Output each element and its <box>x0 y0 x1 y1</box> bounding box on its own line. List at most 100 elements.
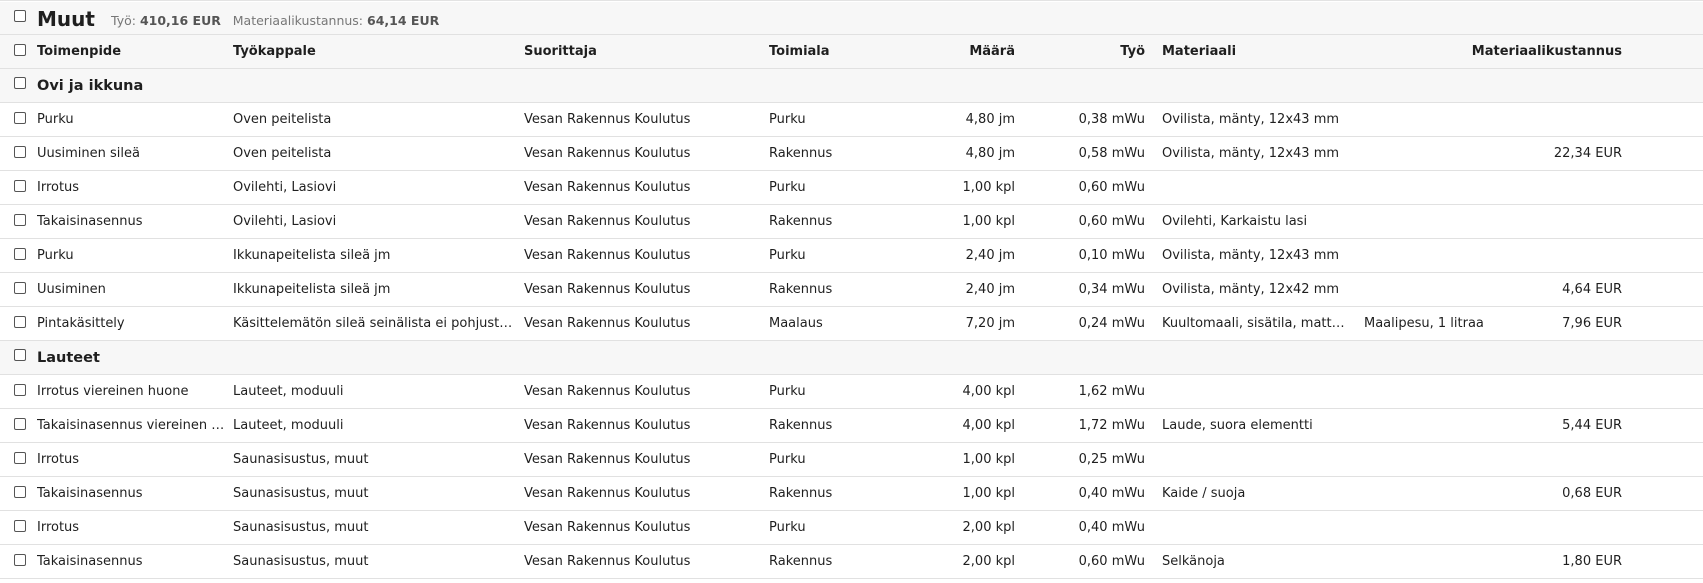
cell-workpiece: Lauteet, moduuli <box>233 418 344 433</box>
cell-trade: Rakennus <box>769 418 833 433</box>
row-checkbox[interactable] <box>14 146 26 158</box>
cell-performer: Vesan Rakennus Koulutus <box>524 146 691 161</box>
group-checkbox[interactable] <box>14 77 26 89</box>
cell-quantity: 4,80 jm <box>965 112 1015 127</box>
cell-operation: Pintakäsittely <box>37 316 125 331</box>
row-checkbox[interactable] <box>14 316 26 328</box>
cell-operation: Takaisinasennus <box>37 554 143 569</box>
table-row[interactable]: Irrotus viereinen huone Lauteet, moduuli V… <box>0 375 1703 409</box>
cell-material-cost: 1,80 EUR <box>1562 554 1622 569</box>
cell-quantity: 1,00 kpl <box>962 486 1015 501</box>
material-total-label: Materiaalikustannus: <box>232 13 364 28</box>
section-summary: Työ: 410,16 EUR Materiaalikustannus: 64,… <box>111 12 439 30</box>
cell-quantity: 1,00 kpl <box>962 452 1015 467</box>
table-row[interactable]: Pintakäsittely Käsittelemätön sileä seinä… <box>0 307 1703 341</box>
column-header-quantity[interactable]: Määrä <box>905 43 1015 61</box>
cell-workpiece: Oven peitelista <box>233 146 332 161</box>
column-header-performer[interactable]: Suorittaja <box>524 43 754 61</box>
row-checkbox[interactable] <box>14 112 26 124</box>
cell-operation: Takaisinasennus <box>37 486 143 501</box>
cell-quantity: 4,00 kpl <box>962 418 1015 433</box>
table-row[interactable]: Irrotus Ovilehti, Lasiovi Vesan Rakennus K… <box>0 171 1703 205</box>
group-checkbox[interactable] <box>14 349 26 361</box>
cell-operation: Irrotus <box>37 520 80 535</box>
cell-operation: Irrotus <box>37 180 80 195</box>
column-header-work[interactable]: Työ <box>1025 43 1145 61</box>
row-checkbox[interactable] <box>14 282 26 294</box>
cell-trade: Rakennus <box>769 214 833 229</box>
cell-work: 0,60 mWu <box>1078 554 1145 569</box>
cell-quantity: 2,00 kpl <box>962 520 1015 535</box>
row-checkbox[interactable] <box>14 452 26 464</box>
row-checkbox[interactable] <box>14 248 26 260</box>
group-row: Lauteet <box>0 341 1703 375</box>
cell-work: 0,10 mWu <box>1078 248 1145 263</box>
table-row[interactable]: Irrotus Saunasisustus, muut Vesan Rakennus… <box>0 511 1703 545</box>
cell-material: Kuultomaali, sisätila, matta, ... <box>1162 316 1347 331</box>
cell-work: 0,24 mWu <box>1078 316 1145 331</box>
row-checkbox[interactable] <box>14 214 26 226</box>
cell-trade: Purku <box>769 180 806 195</box>
cell-performer: Vesan Rakennus Koulutus <box>524 180 691 195</box>
cell-material-cost: 22,34 EUR <box>1553 146 1622 161</box>
cell-performer: Vesan Rakennus Koulutus <box>524 282 691 297</box>
cell-quantity: 2,40 jm <box>965 282 1015 297</box>
table-row[interactable]: Irrotus Saunasisustus, muut Vesan Rakennus… <box>0 443 1703 477</box>
column-header-workpiece[interactable]: Työkappale <box>233 43 513 61</box>
cell-work: 0,25 mWu <box>1078 452 1145 467</box>
cell-performer: Vesan Rakennus Koulutus <box>524 452 691 467</box>
table-row[interactable]: Takaisinasennus viereinen hu... Lauteet, … <box>0 409 1703 443</box>
cell-performer: Vesan Rakennus Koulutus <box>524 520 691 535</box>
cell-operation: Takaisinasennus viereinen hu... <box>37 418 227 433</box>
table-row[interactable]: Takaisinasennus Saunasisustus, muut Vesan … <box>0 477 1703 511</box>
group-title: Lauteet <box>37 350 100 366</box>
select-all-rows-checkbox[interactable] <box>14 44 26 56</box>
cell-workpiece: Saunasisustus, muut <box>233 486 369 501</box>
table-row[interactable]: Uusiminen Ikkunapeitelista sileä jm Vesan … <box>0 273 1703 307</box>
row-checkbox[interactable] <box>14 418 26 430</box>
cell-work: 1,62 mWu <box>1078 384 1145 399</box>
cell-work: 0,40 mWu <box>1078 486 1145 501</box>
cell-performer: Vesan Rakennus Koulutus <box>524 248 691 263</box>
column-header-material[interactable]: Materiaali <box>1162 43 1362 61</box>
cell-performer: Vesan Rakennus Koulutus <box>524 486 691 501</box>
table-row[interactable]: Uusiminen sileä Oven peitelista Vesan Rake… <box>0 137 1703 171</box>
group-row: Ovi ja ikkuna <box>0 69 1703 103</box>
table-row[interactable]: Purku Oven peitelista Vesan Rakennus Koulu… <box>0 103 1703 137</box>
cell-trade: Purku <box>769 384 806 399</box>
select-all-section-checkbox[interactable] <box>14 10 26 22</box>
column-header-material-cost[interactable]: Materiaalikustannus <box>1380 43 1622 61</box>
cell-operation: Takaisinasennus <box>37 214 143 229</box>
cell-quantity: 2,00 kpl <box>962 554 1015 569</box>
cell-workpiece: Ikkunapeitelista sileä jm <box>233 248 391 263</box>
cell-quantity: 7,20 jm <box>965 316 1015 331</box>
cell-performer: Vesan Rakennus Koulutus <box>524 418 691 433</box>
column-header-trade[interactable]: Toimiala <box>769 43 899 61</box>
cell-trade: Purku <box>769 452 806 467</box>
cell-work: 0,40 mWu <box>1078 520 1145 535</box>
table-row[interactable]: Takaisinasennus Saunasisustus, muut Vesan … <box>0 545 1703 579</box>
cell-workpiece: Saunasisustus, muut <box>233 554 369 569</box>
row-checkbox[interactable] <box>14 554 26 566</box>
cell-workpiece: Ikkunapeitelista sileä jm <box>233 282 391 297</box>
table-row[interactable]: Takaisinasennus Ovilehti, Lasiovi Vesan Ra… <box>0 205 1703 239</box>
cell-performer: Vesan Rakennus Koulutus <box>524 316 691 331</box>
row-checkbox[interactable] <box>14 486 26 498</box>
column-header-operation[interactable]: Toimenpide <box>37 43 227 61</box>
cell-material-cost: 4,64 EUR <box>1562 282 1622 297</box>
cell-material: Ovilista, mänty, 12x43 mm <box>1162 146 1340 161</box>
cell-workpiece: Ovilehti, Lasiovi <box>233 180 337 195</box>
cell-performer: Vesan Rakennus Koulutus <box>524 214 691 229</box>
cell-material-cost: 5,44 EUR <box>1562 418 1622 433</box>
cell-trade: Rakennus <box>769 146 833 161</box>
cell-workpiece: Saunasisustus, muut <box>233 520 369 535</box>
row-checkbox[interactable] <box>14 180 26 192</box>
cell-performer: Vesan Rakennus Koulutus <box>524 112 691 127</box>
row-checkbox[interactable] <box>14 384 26 396</box>
cell-workpiece: Lauteet, moduuli <box>233 384 344 399</box>
row-checkbox[interactable] <box>14 520 26 532</box>
top-border <box>0 0 1703 1</box>
cell-operation: Irrotus viereinen huone <box>37 384 189 399</box>
work-total-value: 410,16 EUR <box>139 13 221 28</box>
table-row[interactable]: Purku Ikkunapeitelista sileä jm Vesan Rake… <box>0 239 1703 273</box>
